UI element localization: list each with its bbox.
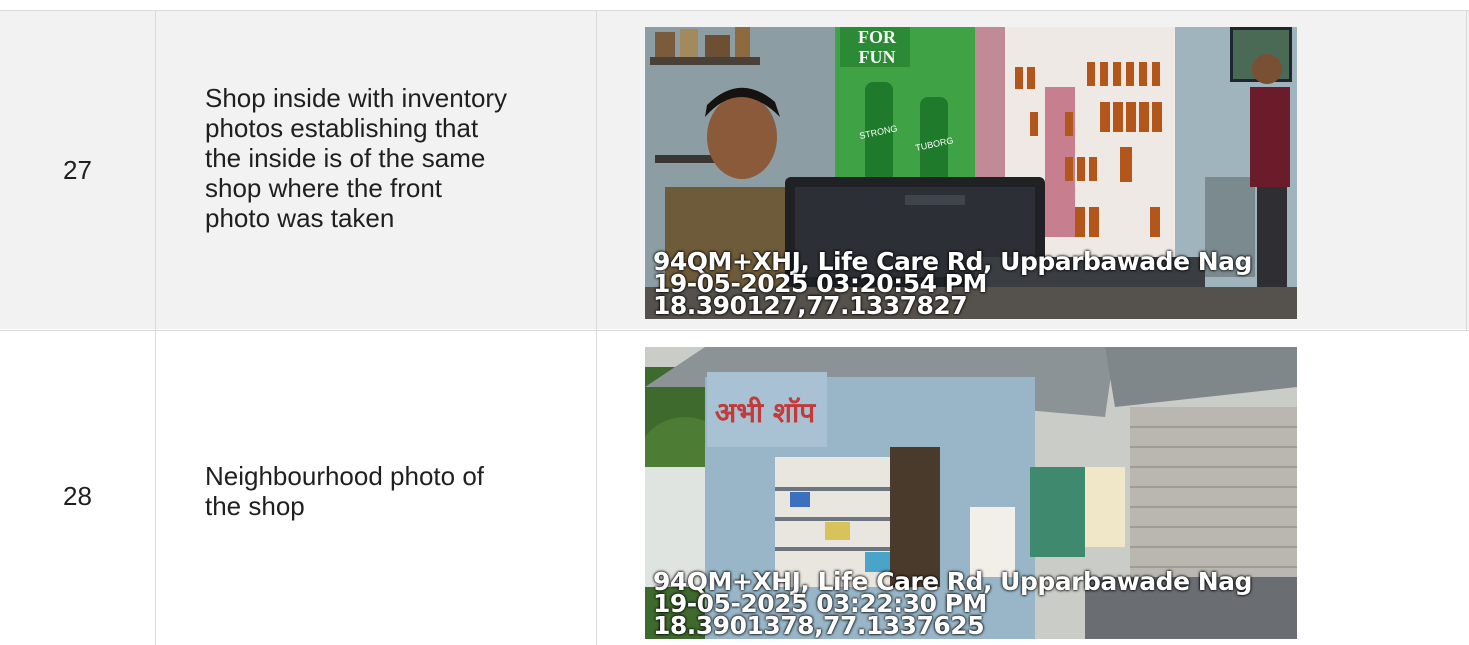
photo-geotag-stamp: 94QM+XHJ, Life Care Rd, Upparbawade Nag … — [653, 249, 1252, 319]
table-border-top — [0, 10, 1469, 11]
row-number-text: 28 — [63, 481, 92, 511]
description-line: the shop — [205, 491, 305, 521]
description-line: Shop inside with inventory — [205, 83, 508, 113]
row-divider — [0, 330, 1469, 331]
description-line: the inside is of the same — [205, 143, 486, 173]
description-line: Neighbourhood photo of — [205, 461, 485, 491]
row-description: Shop inside with inventory photos establ… — [205, 83, 585, 233]
description-line: shop where the front — [205, 173, 443, 203]
description-line: photo was taken — [205, 203, 395, 233]
shop-exterior-photo: अभी शॉप 94QM+XHJ, Life Care Rd, Upparbaw… — [645, 347, 1297, 639]
row-description: Neighbourhood photo of the shop — [205, 461, 585, 521]
stamp-coordinates: 18.390127,77.1337827 — [653, 291, 968, 319]
description-line: photos establishing that — [205, 113, 479, 143]
poster-text: FUN — [859, 47, 896, 67]
shop-sign: अभी शॉप — [715, 396, 816, 429]
row-number: 27 — [0, 155, 155, 186]
column-divider — [155, 10, 156, 645]
table-border-right — [1466, 10, 1467, 331]
photo-geotag-stamp: 94QM+XHJ, Life Care Rd, Upparbawade Nag … — [653, 569, 1252, 639]
shop-interior-photo: FOR FUN STRONG TUBORG 94QM+XHJ, Life Car… — [645, 27, 1297, 319]
column-divider — [596, 10, 597, 645]
row-number-text: 27 — [63, 155, 92, 185]
stamp-coordinates: 18.3901378,77.1337625 — [653, 611, 985, 639]
poster-text: FOR — [858, 27, 897, 47]
row-number: 28 — [0, 481, 155, 512]
